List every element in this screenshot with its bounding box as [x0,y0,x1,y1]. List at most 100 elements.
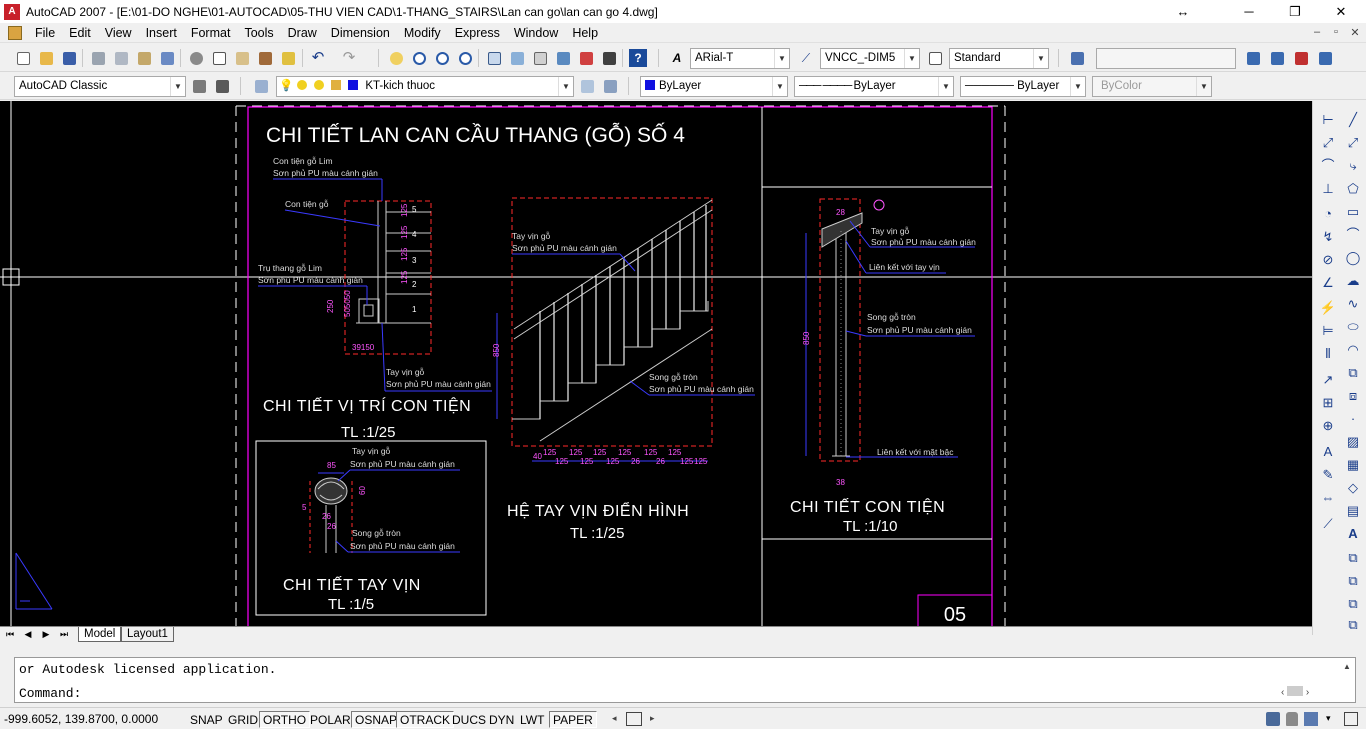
help-icon[interactable]: ? [629,49,647,67]
continue-dim-icon[interactable]: ⫴ [1319,345,1337,363]
horizontal-scrollbar[interactable]: ‹ › [1281,686,1341,700]
copy-icon[interactable] [210,49,228,67]
block-editor-icon[interactable] [279,49,297,67]
menu-format[interactable]: Format [184,23,238,43]
radius-dim-icon[interactable]: ◔ [1319,205,1337,223]
command-box[interactable]: or Autodesk licensed application. Comman… [14,657,1356,703]
lwt-toggle[interactable]: LWT [516,711,548,728]
polygon-icon[interactable]: ⬠ [1344,180,1362,198]
quick-leader-icon[interactable]: ↗ [1319,371,1337,389]
mtext-icon[interactable]: A [1344,525,1362,543]
dim-edit-icon[interactable]: A [1319,443,1337,461]
clean-screen-icon[interactable] [1344,712,1358,726]
plot-icon[interactable] [89,49,107,67]
rectangle-icon[interactable]: ▭ [1344,203,1362,221]
layer-properties-icon[interactable] [252,77,270,95]
modify-offset-icon[interactable]: ⧉ [1344,595,1362,613]
zoom-previous-icon[interactable] [456,49,474,67]
revision-cloud-icon[interactable]: ☁ [1344,272,1362,290]
viewport-next-icon[interactable]: ▸ [650,713,660,725]
hatch-icon[interactable]: ▨ [1344,433,1362,451]
tab-model[interactable]: Model [78,627,122,642]
pan-icon[interactable] [387,49,405,67]
lock-icon[interactable] [1286,712,1298,726]
properties-icon[interactable] [485,49,503,67]
layer-tool-3-icon[interactable] [1292,49,1310,67]
plot-preview-icon[interactable] [112,49,130,67]
ellipse-arc-icon[interactable]: ◠ [1344,341,1362,359]
sheet-set-icon[interactable] [554,49,572,67]
minimize-button[interactable]: ─ [1226,0,1272,23]
ordinate-dim-icon[interactable]: ⊥ [1319,180,1337,198]
layer-tool-1-icon[interactable] [1244,49,1262,67]
dim-update-icon[interactable]: ⇔ [1319,489,1337,507]
layer-previous-icon[interactable] [601,77,619,95]
dyn-toggle[interactable]: DYN [485,711,518,728]
gradient-icon[interactable]: ▦ [1344,456,1362,474]
tolerance-icon[interactable]: ⊞ [1319,394,1337,412]
new-icon[interactable] [14,49,32,67]
ellipse-icon[interactable]: ⬭ [1344,318,1362,336]
workspace-save-icon[interactable] [213,77,231,95]
menu-help[interactable]: Help [565,23,605,43]
diameter-dim-icon[interactable]: ⊘ [1319,251,1337,269]
ortho-toggle[interactable]: ORTHO [259,711,311,728]
tab-layout1[interactable]: Layout1 [121,627,174,642]
doc-restore-button[interactable]: ▫ [1327,26,1345,38]
lineweight-combo[interactable]: ────── ByLayer ▼ [960,76,1086,97]
table-icon[interactable]: ▤ [1344,502,1362,520]
document-icon[interactable] [8,25,22,40]
multiline-text-icon[interactable] [1068,49,1086,67]
plotstyle-combo[interactable]: ByColor ▼ [1092,76,1212,97]
menu-insert[interactable]: Insert [139,23,184,43]
menu-window[interactable]: Window [507,23,565,43]
dim-text-edit-icon[interactable]: ✎ [1319,466,1337,484]
spline-icon[interactable]: ∿ [1344,295,1362,313]
construction-line-icon[interactable]: ⤢ [1344,134,1362,152]
match-properties-icon[interactable] [256,49,274,67]
region-icon[interactable]: ◇ [1344,479,1362,497]
save-icon[interactable] [60,49,78,67]
snap-toggle[interactable]: SNAP [186,711,227,728]
prev-tab-icon[interactable]: ◀ [22,628,34,640]
viewport-prev-icon[interactable]: ◂ [612,713,622,725]
scroll-up-icon[interactable]: ▲ [1341,662,1353,682]
next-tab-icon[interactable]: ▶ [40,628,52,640]
doc-minimize-button[interactable]: – [1308,26,1326,38]
publish-icon[interactable] [135,49,153,67]
workspace-settings-icon[interactable] [190,77,208,95]
layer-combo[interactable]: 💡 KT-kich thuoc ▼ [276,76,574,97]
line-icon[interactable]: ╱ [1344,111,1362,129]
text-style-combo[interactable]: ARial-T ▼ [690,48,790,69]
zoom-window-icon[interactable] [433,49,451,67]
point-icon[interactable]: · [1344,410,1362,428]
coordinates-readout[interactable]: -999.6052, 139.8700, 0.0000 [4,711,186,727]
layer-tool-4-icon[interactable] [1316,49,1334,67]
workspace-combo[interactable]: AutoCAD Classic ▼ [14,76,186,97]
menu-file[interactable]: File [28,23,62,43]
paper-toggle[interactable]: PAPER [549,711,597,728]
modify-mirror-icon[interactable]: ⧉ [1344,572,1362,590]
ducs-toggle[interactable]: DUCS [448,711,490,728]
aligned-dim-icon[interactable]: ⤢ [1319,134,1337,152]
jogged-dim-icon[interactable]: ↯ [1319,228,1337,246]
polar-toggle[interactable]: POLAR [306,711,355,728]
tray-settings-icon[interactable] [1304,712,1318,726]
cut-icon[interactable] [187,49,205,67]
angular-dim-icon[interactable]: ∠ [1319,274,1337,292]
circle-icon[interactable]: ◯ [1344,249,1362,267]
first-tab-icon[interactable]: ⏮ [4,628,16,640]
linetype-combo[interactable]: ─── ──── ByLayer ▼ [794,76,954,97]
text-style-icon[interactable]: A [668,49,686,67]
grid-toggle[interactable]: GRID [224,711,262,728]
arc-icon[interactable]: ⌒ [1344,226,1362,244]
polyline-icon[interactable]: ⤷ [1344,157,1362,175]
dim-style-icon[interactable]: ⟋ [797,49,815,67]
restore-button[interactable]: ❐ [1272,0,1318,23]
quick-dim-icon[interactable]: ⚡ [1319,299,1337,317]
arc-length-icon[interactable]: ⌒ [1319,157,1337,175]
open-icon[interactable] [37,49,55,67]
menu-view[interactable]: View [98,23,139,43]
last-tab-icon[interactable]: ⏭ [58,628,70,640]
quickcalc-icon[interactable] [600,49,618,67]
